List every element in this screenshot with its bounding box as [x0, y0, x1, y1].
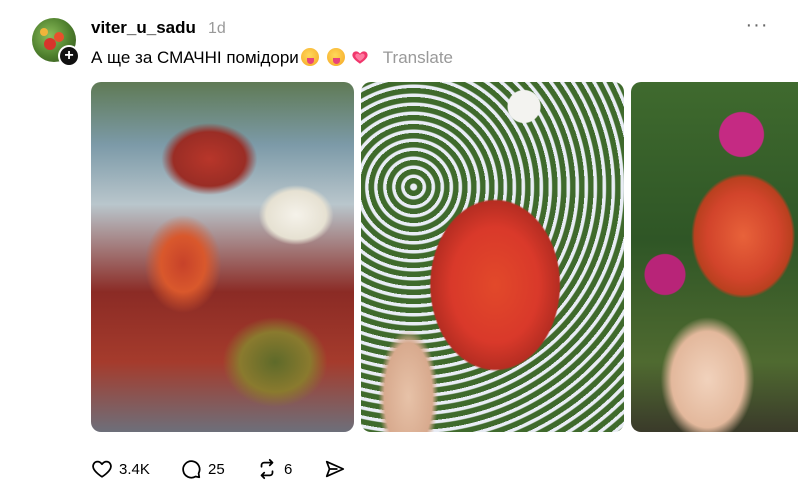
- ellipsis-icon: ···: [745, 14, 769, 36]
- photo-sliced-tomatoes-plate[interactable]: [91, 82, 354, 432]
- repost-button[interactable]: 6: [256, 456, 292, 482]
- post-timestamp[interactable]: 1d: [208, 20, 226, 38]
- squinting-tongue-emoji: [300, 48, 319, 66]
- growing-heart-emoji: [351, 48, 369, 66]
- avatar-image-detail: [54, 32, 64, 42]
- repost-icon: [260, 458, 274, 480]
- like-count: 3.4K: [119, 460, 150, 478]
- caption-text: А ще за СМАЧНІ помідори: [91, 48, 299, 67]
- photo-tomato-in-hand-flowers[interactable]: [361, 82, 624, 432]
- plus-icon: +: [60, 47, 78, 65]
- repost-count: 6: [284, 460, 293, 478]
- post-card: + viter_u_sadu 1d ··· А ще за СМАЧНІ пом…: [0, 0, 798, 502]
- share-icon: [325, 460, 345, 478]
- squinting-tongue-emoji: [326, 48, 345, 66]
- follow-button[interactable]: +: [58, 45, 80, 67]
- avatar-image: [40, 28, 48, 36]
- like-button[interactable]: 3.4K: [91, 456, 150, 482]
- comment-count: 25: [208, 460, 225, 478]
- comment-icon: [182, 460, 201, 479]
- photo-tomato-in-hand-petunias[interactable]: [631, 82, 798, 432]
- comment-button[interactable]: 25: [180, 456, 225, 482]
- translate-link[interactable]: Translate: [383, 48, 453, 68]
- heart-icon: [92, 460, 112, 478]
- more-options-button[interactable]: ···: [745, 15, 769, 38]
- post-caption: А ще за СМАЧНІ помідори Translate: [91, 48, 453, 68]
- share-button[interactable]: [324, 456, 346, 482]
- author-username[interactable]: viter_u_sadu: [91, 18, 196, 38]
